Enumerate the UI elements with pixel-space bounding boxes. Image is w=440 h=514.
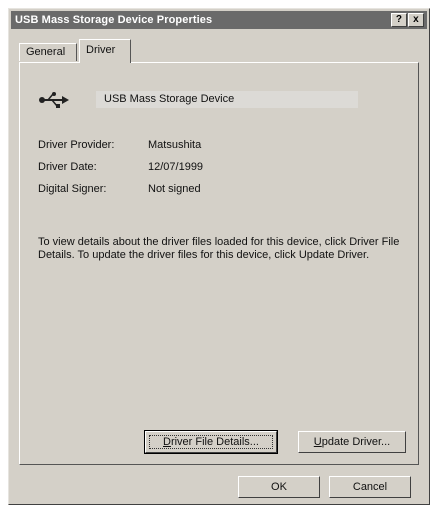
tab-general[interactable]: General bbox=[19, 43, 77, 61]
driver-file-details-button[interactable]: Driver File Details... bbox=[144, 430, 278, 454]
driver-date-value: 12/07/1999 bbox=[148, 161, 204, 173]
accelerator-key: U bbox=[313, 436, 322, 448]
focus-rect bbox=[149, 435, 273, 449]
driver-provider-value: Matsushita bbox=[148, 139, 202, 151]
tab-general-label: General bbox=[26, 46, 66, 58]
driver-tab-panel: USB Mass Storage Device Driver Provider:… bbox=[19, 62, 419, 465]
title-bar[interactable]: USB Mass Storage Device Properties ? x bbox=[11, 11, 427, 29]
tab-driver[interactable]: Driver bbox=[79, 39, 131, 63]
properties-dialog: USB Mass Storage Device Properties ? x G… bbox=[8, 8, 430, 505]
driver-provider-label: Driver Provider: bbox=[38, 139, 115, 151]
close-icon: x bbox=[413, 14, 419, 25]
ok-button[interactable]: OK bbox=[238, 476, 320, 498]
driver-date-label: Driver Date: bbox=[38, 161, 97, 173]
usb-icon bbox=[39, 92, 69, 108]
cancel-button[interactable]: Cancel bbox=[329, 476, 411, 498]
driver-description: To view details about the driver files l… bbox=[38, 236, 400, 261]
cancel-label: Cancel bbox=[352, 481, 388, 493]
device-name: USB Mass Storage Device bbox=[96, 91, 358, 108]
help-button[interactable]: ? bbox=[391, 13, 407, 27]
close-button[interactable]: x bbox=[408, 13, 424, 27]
digital-signer-label: Digital Signer: bbox=[38, 183, 107, 195]
button-label: pdate Driver... bbox=[321, 436, 391, 448]
tab-driver-label: Driver bbox=[86, 44, 116, 56]
digital-signer-value: Not signed bbox=[148, 183, 201, 195]
help-icon: ? bbox=[395, 14, 403, 25]
window-title: USB Mass Storage Device Properties bbox=[15, 14, 213, 26]
update-driver-button[interactable]: Update Driver... bbox=[298, 431, 406, 453]
ok-label: OK bbox=[271, 481, 287, 493]
